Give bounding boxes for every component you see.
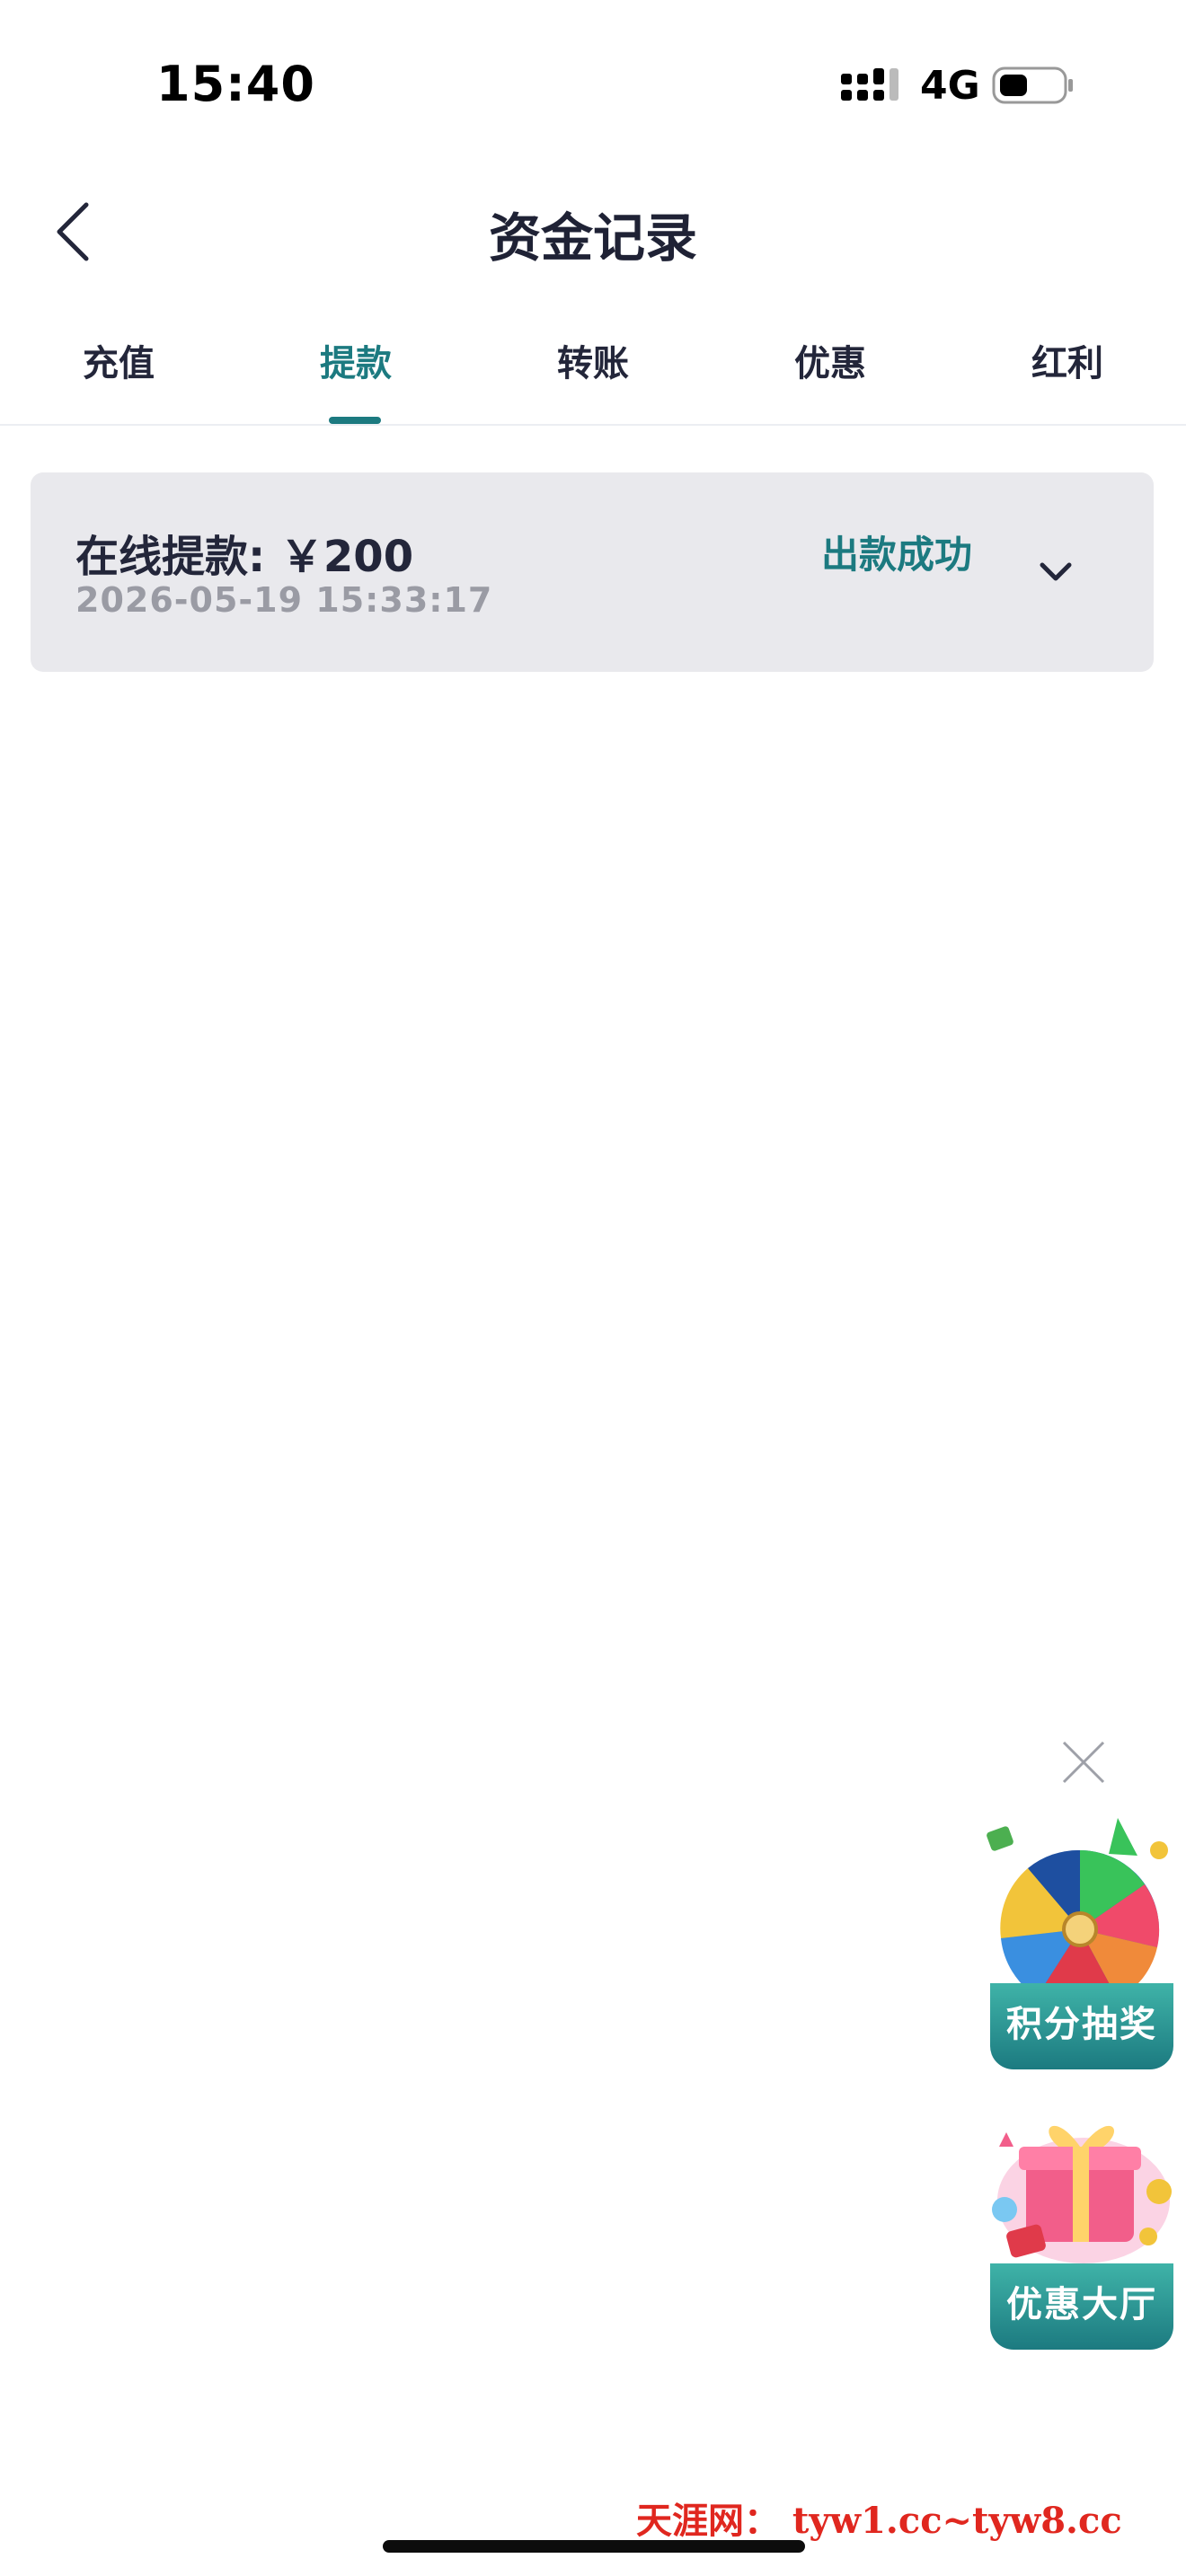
promotion-hall-label: 优惠大厅 bbox=[990, 2263, 1173, 2350]
network-label: 4G bbox=[920, 63, 980, 109]
lucky-draw-button[interactable]: 积分抽奖 bbox=[983, 1813, 1181, 2075]
tab-withdraw[interactable]: 提款 bbox=[266, 334, 446, 386]
promotion-hall-button[interactable]: 优惠大厅 bbox=[983, 2093, 1181, 2355]
lucky-draw-label: 积分抽奖 bbox=[990, 1983, 1173, 2069]
record-title: 在线提款: ￥200 bbox=[75, 532, 414, 582]
home-indicator[interactable] bbox=[383, 2540, 805, 2553]
gift-box-icon bbox=[992, 2125, 1172, 2263]
tab-transfer[interactable]: 转账 bbox=[503, 334, 683, 386]
page-title: 资金记录 bbox=[488, 207, 697, 269]
close-icon[interactable] bbox=[1058, 1737, 1109, 1787]
record-datetime: 2026-05-19 15:33:17 bbox=[75, 580, 493, 620]
watermark-text: 天涯网： tyw1.cc~tyw8.cc bbox=[636, 2500, 1122, 2542]
tab-bonus[interactable]: 红利 bbox=[978, 334, 1157, 386]
signal-icon bbox=[841, 68, 898, 101]
status-time: 15:40 bbox=[156, 56, 315, 112]
prize-wheel-icon bbox=[987, 1818, 1168, 2001]
chevron-down-icon[interactable] bbox=[1039, 560, 1073, 584]
tab-promotion[interactable]: 优惠 bbox=[740, 334, 920, 386]
battery-icon bbox=[992, 66, 1073, 104]
record-status: 出款成功 bbox=[821, 533, 973, 577]
tabs-divider bbox=[0, 424, 1186, 426]
active-tab-indicator bbox=[329, 417, 381, 424]
tab-deposit[interactable]: 充值 bbox=[29, 334, 208, 386]
